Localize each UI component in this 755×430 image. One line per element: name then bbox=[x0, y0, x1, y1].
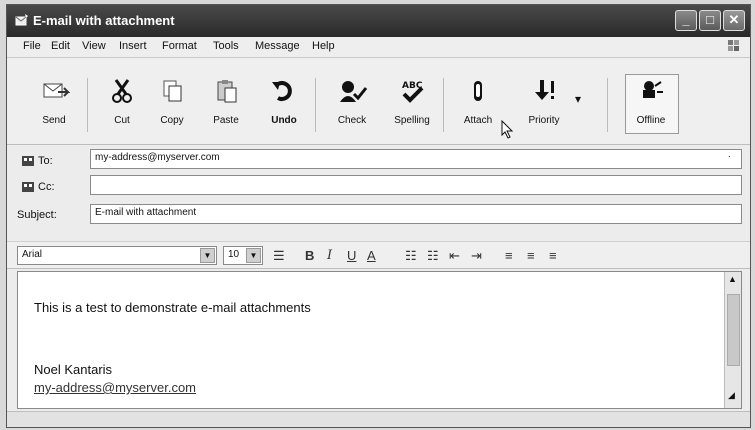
resize-grip-icon[interactable]: ◢ bbox=[728, 390, 735, 401]
font-size-select[interactable]: 10 ▼ bbox=[223, 246, 263, 265]
scissors-icon bbox=[112, 79, 132, 103]
copy-button[interactable]: Copy bbox=[145, 74, 199, 134]
cut-label: Cut bbox=[114, 115, 130, 126]
menu-help[interactable]: Help bbox=[312, 40, 335, 52]
menu-view[interactable]: View bbox=[82, 40, 106, 52]
check-label: Check bbox=[337, 115, 367, 126]
formatting-toolbar: Arial ▼ 10 ▼ ☰ B I U A ☷ ☷ ⇤ ⇥ ≡ ≡ ≡ bbox=[7, 241, 750, 269]
font-color-icon[interactable]: A bbox=[367, 248, 376, 263]
offline-label: Offline bbox=[636, 115, 666, 126]
cc-label-text: Cc: bbox=[38, 181, 55, 193]
mouse-cursor-icon bbox=[501, 120, 514, 139]
check-names-button[interactable]: Check bbox=[325, 74, 379, 134]
undo-label: Undo bbox=[271, 115, 297, 126]
to-label-text: To: bbox=[38, 155, 53, 167]
menu-insert[interactable]: Insert bbox=[119, 40, 147, 52]
align-center-icon[interactable]: ≡ bbox=[527, 248, 535, 263]
align-left-icon[interactable]: ≡ bbox=[505, 248, 513, 263]
priority-dropdown-icon[interactable]: ▾ bbox=[575, 92, 581, 106]
toolbar-divider bbox=[443, 78, 444, 132]
cut-button[interactable]: Cut bbox=[95, 74, 149, 134]
undo-icon bbox=[272, 81, 292, 101]
copy-label: Copy bbox=[160, 115, 184, 126]
numbered-list-icon[interactable]: ☷ bbox=[405, 248, 417, 264]
menu-message[interactable]: Message bbox=[255, 40, 300, 52]
font-size-value: 10 bbox=[228, 249, 240, 260]
maximize-button[interactable]: □ bbox=[699, 10, 721, 31]
font-name-select[interactable]: Arial ▼ bbox=[17, 246, 217, 265]
address-book-icon bbox=[22, 156, 34, 166]
decrease-indent-icon[interactable]: ⇤ bbox=[449, 248, 460, 264]
chevron-down-icon[interactable]: ▼ bbox=[246, 248, 261, 263]
chevron-down-icon[interactable]: ▼ bbox=[200, 248, 215, 263]
windows-flag-icon bbox=[728, 40, 739, 51]
spelling-label: Spelling bbox=[394, 115, 430, 126]
cc-field[interactable] bbox=[90, 175, 742, 195]
bulleted-list-icon[interactable]: ☷ bbox=[427, 248, 439, 264]
priority-button[interactable]: Priority bbox=[517, 74, 571, 134]
menu-tools[interactable]: Tools bbox=[213, 40, 239, 52]
message-text: This is a test to demonstrate e-mail att… bbox=[34, 300, 311, 315]
message-body[interactable]: This is a test to demonstrate e-mail att… bbox=[17, 271, 742, 409]
undo-button[interactable]: Undo bbox=[257, 74, 311, 134]
scroll-up-icon[interactable]: ▲ bbox=[728, 274, 737, 284]
address-book-icon bbox=[22, 182, 34, 192]
italic-icon[interactable]: I bbox=[327, 248, 332, 263]
menu-edit[interactable]: Edit bbox=[51, 40, 70, 52]
priority-label: Priority bbox=[528, 115, 560, 126]
paste-label: Paste bbox=[213, 115, 239, 126]
title-bar[interactable]: E-mail with attachment _ □ ✕ bbox=[7, 5, 750, 37]
toolbar-divider bbox=[607, 78, 608, 132]
new-mail-icon bbox=[15, 14, 28, 26]
offline-button[interactable]: Offline bbox=[624, 74, 678, 134]
close-button[interactable]: ✕ bbox=[723, 10, 745, 31]
spelling-check-icon: ABC bbox=[402, 81, 424, 103]
to-field-dropdown-icon[interactable]: · bbox=[728, 151, 731, 162]
menu-file[interactable]: File bbox=[23, 40, 41, 52]
to-label[interactable]: To: bbox=[21, 155, 53, 167]
vertical-scrollbar[interactable]: ▲ ◢ bbox=[724, 272, 741, 408]
subject-field[interactable]: E-mail with attachment bbox=[90, 204, 742, 224]
paperclip-icon bbox=[474, 81, 482, 101]
scrollbar-thumb[interactable] bbox=[727, 294, 740, 366]
attach-button[interactable]: Attach bbox=[451, 74, 505, 134]
toolbar-divider bbox=[315, 78, 316, 132]
copy-icon bbox=[163, 80, 182, 102]
menu-format[interactable]: Format bbox=[162, 40, 197, 52]
toolbar: Send Cut Copy Paste Undo Check ABC Spell… bbox=[7, 58, 750, 145]
menu-bar: File Edit View Insert Format Tools Messa… bbox=[7, 37, 750, 58]
paragraph-style-icon[interactable]: ☰ bbox=[273, 248, 285, 264]
compose-window: E-mail with attachment _ □ ✕ File Edit V… bbox=[6, 4, 751, 428]
work-offline-icon bbox=[643, 81, 663, 98]
check-names-icon bbox=[340, 81, 368, 102]
subject-label: Subject: bbox=[17, 209, 57, 221]
priority-icon bbox=[535, 80, 554, 100]
paste-button[interactable]: Paste bbox=[199, 74, 253, 134]
window-title: E-mail with attachment bbox=[33, 13, 175, 28]
to-field-value: my-address@myserver.com bbox=[95, 152, 220, 163]
signature-name: Noel Kantaris bbox=[34, 362, 113, 377]
bold-icon[interactable]: B bbox=[305, 248, 314, 263]
send-icon bbox=[43, 83, 70, 98]
font-name-value: Arial bbox=[22, 249, 43, 260]
to-field[interactable]: my-address@myserver.com · bbox=[90, 149, 742, 169]
spelling-button[interactable]: ABC Spelling bbox=[385, 74, 439, 134]
toolbar-divider bbox=[87, 78, 88, 132]
increase-indent-icon[interactable]: ⇥ bbox=[471, 248, 482, 264]
attach-label: Attach bbox=[463, 115, 493, 126]
signature-email-link[interactable]: my-address@myserver.com bbox=[34, 380, 196, 395]
subject-field-value: E-mail with attachment bbox=[95, 207, 197, 218]
send-button[interactable]: Send bbox=[27, 74, 81, 134]
cc-label[interactable]: Cc: bbox=[21, 181, 55, 193]
send-label: Send bbox=[42, 115, 66, 126]
align-right-icon[interactable]: ≡ bbox=[549, 248, 557, 263]
paste-icon bbox=[217, 80, 237, 103]
status-bar bbox=[7, 411, 750, 427]
underline-icon[interactable]: U bbox=[347, 248, 356, 263]
minimize-button[interactable]: _ bbox=[675, 10, 697, 31]
